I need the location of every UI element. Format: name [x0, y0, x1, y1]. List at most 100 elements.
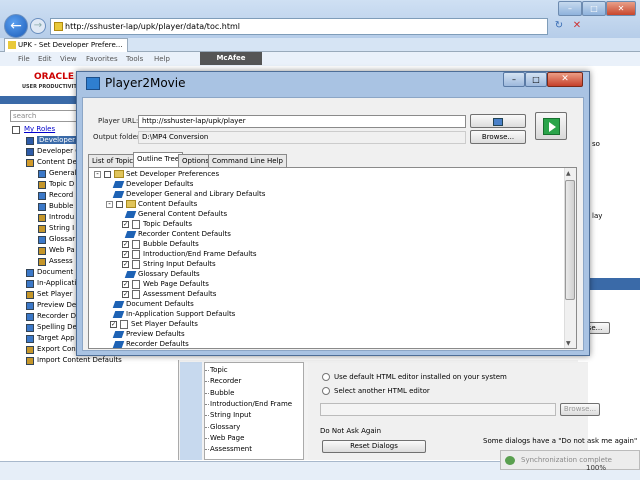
left-tree-item[interactable]: Developer G: [37, 147, 81, 155]
left-tree-item[interactable]: Import Content Defaults: [37, 356, 122, 364]
browse-button[interactable]: Browse...: [470, 130, 526, 144]
left-tree-item[interactable]: Export Con: [37, 345, 76, 353]
my-roles-checkbox[interactable]: [12, 126, 20, 134]
tree-checkbox[interactable]: ✓: [122, 221, 129, 228]
run-button[interactable]: [535, 112, 567, 140]
output-folder-input[interactable]: D:\MP4 Conversion: [138, 131, 466, 144]
tree-node-icon: [26, 302, 34, 310]
url-lookup-button[interactable]: [470, 114, 526, 128]
outline-tree-node[interactable]: Developer Defaults: [126, 180, 193, 189]
dialog-minimize-button[interactable]: –: [503, 72, 525, 87]
tree-checkbox[interactable]: ✓: [122, 291, 129, 298]
options-sublist-item[interactable]: Bubble: [210, 389, 234, 397]
back-button[interactable]: ←: [4, 14, 28, 38]
outline-tree-node[interactable]: Set Player Defaults: [131, 320, 198, 329]
browser-maximize-button[interactable]: □: [582, 1, 606, 16]
scroll-down-icon[interactable]: ▼: [566, 340, 571, 347]
editor-browse-button[interactable]: Browse...: [560, 403, 600, 416]
dialog-maximize-button[interactable]: □: [525, 72, 547, 87]
radio-other-editor[interactable]: [322, 387, 330, 395]
browser-close-button[interactable]: ✕: [606, 1, 636, 16]
dialog-close-button[interactable]: ✕: [547, 72, 583, 87]
left-tree-item[interactable]: Topic D: [49, 180, 74, 188]
outline-tree-node[interactable]: Recorder Defaults: [126, 340, 189, 349]
left-tree-item[interactable]: Introdu: [49, 213, 74, 221]
tree-node-icon: [26, 313, 34, 321]
outline-tree-node[interactable]: Developer General and Library Defaults: [126, 190, 265, 199]
page-icon: [54, 22, 63, 31]
refresh-icon[interactable]: ↻: [552, 18, 566, 34]
left-tree-item[interactable]: General: [49, 169, 77, 177]
menu-file[interactable]: File: [18, 52, 30, 66]
tree-checkbox[interactable]: ✓: [122, 241, 129, 248]
tree-checkbox[interactable]: ✓: [122, 261, 129, 268]
outline-tree-node[interactable]: General Content Defaults: [138, 210, 227, 219]
outline-tree-node[interactable]: Assessment Defaults: [143, 290, 216, 299]
outline-tree-node[interactable]: Bubble Defaults: [143, 240, 199, 249]
expand-toggle-icon[interactable]: -: [94, 171, 101, 178]
outline-tree-node[interactable]: Recorder Content Defaults: [138, 230, 231, 239]
reset-dialogs-button[interactable]: Reset Dialogs: [322, 440, 426, 453]
menu-favorites[interactable]: Favorites: [86, 52, 118, 66]
outline-tree-node[interactable]: Introduction/End Frame Defaults: [143, 250, 257, 259]
options-sublist-item[interactable]: Topic: [210, 366, 228, 374]
options-sublist-item[interactable]: String Input: [210, 411, 251, 419]
options-sublist-item[interactable]: Assessment: [210, 445, 252, 453]
player-url-input[interactable]: http://sshuster-lap/upk/player: [138, 115, 466, 128]
left-tree-item[interactable]: Recorder D: [37, 312, 76, 320]
left-tree-item[interactable]: Spelling De: [37, 323, 77, 331]
menu-tools[interactable]: Tools: [126, 52, 143, 66]
left-tree-item[interactable]: In-Applicatio: [37, 279, 81, 287]
left-tree-item[interactable]: Set Player: [37, 290, 73, 298]
options-sublist-item[interactable]: Glossary: [210, 423, 240, 431]
menu-help[interactable]: Help: [154, 52, 170, 66]
options-sublist-item[interactable]: Introduction/End Frame: [210, 400, 292, 408]
tree-checkbox[interactable]: ✓: [122, 251, 129, 258]
outline-tree-node[interactable]: Document Defaults: [126, 300, 194, 309]
outline-tree-node[interactable]: Preview Defaults: [126, 330, 185, 339]
tab-command-line-help[interactable]: Command Line Help: [208, 154, 287, 167]
forward-button[interactable]: →: [30, 18, 46, 34]
tree-scrollbar-thumb[interactable]: [565, 180, 575, 300]
left-tree-item[interactable]: Content De: [37, 158, 77, 166]
stop-icon[interactable]: ✕: [570, 18, 584, 34]
left-tree-item[interactable]: String I: [49, 224, 74, 232]
left-tree-item[interactable]: Web Pa: [49, 246, 75, 254]
tree-checkbox[interactable]: [116, 201, 123, 208]
left-tree-item[interactable]: Glossar: [49, 235, 75, 243]
outline-tree-node[interactable]: Glossary Defaults: [138, 270, 200, 279]
tree-guide: [205, 415, 209, 417]
editor-path-input[interactable]: [320, 403, 556, 416]
outline-tree-node[interactable]: Content Defaults: [138, 200, 197, 209]
left-tree-item[interactable]: Bubble: [49, 202, 73, 210]
my-roles-link[interactable]: My Roles: [24, 125, 55, 133]
left-tree-item[interactable]: Developer: [37, 136, 78, 144]
left-tree-item[interactable]: Preview De: [37, 301, 76, 309]
search-input[interactable]: search: [10, 110, 80, 122]
left-tree-item[interactable]: Document: [37, 268, 73, 276]
options-sublist-item[interactable]: Recorder: [210, 377, 241, 385]
left-tree-item[interactable]: Target App: [37, 334, 75, 342]
tree-checkbox[interactable]: ✓: [122, 281, 129, 288]
options-sublist-item[interactable]: Web Page: [210, 434, 244, 442]
address-bar[interactable]: http://sshuster-lap/upk/player/data/toc.…: [50, 18, 548, 35]
zoom-level[interactable]: 100%: [586, 464, 606, 472]
menu-edit[interactable]: Edit: [38, 52, 52, 66]
outline-tree-node[interactable]: String Input Defaults: [143, 260, 216, 269]
outline-tree-node[interactable]: Web Page Defaults: [143, 280, 209, 289]
tab-outline-tree[interactable]: Outline Tree: [133, 152, 184, 167]
left-tree-item[interactable]: Assess: [49, 257, 73, 265]
outline-tree-node[interactable]: Set Developer Preferences: [126, 170, 219, 179]
outline-tree-node[interactable]: Topic Defaults: [143, 220, 192, 229]
outline-tree-node[interactable]: In-Application Support Defaults: [126, 310, 235, 319]
tree-checkbox[interactable]: [104, 171, 111, 178]
menu-view[interactable]: View: [60, 52, 77, 66]
radio-default-editor[interactable]: [322, 373, 330, 381]
browser-minimize-button[interactable]: –: [558, 1, 582, 16]
expand-toggle-icon[interactable]: -: [106, 201, 113, 208]
scroll-up-icon[interactable]: ▲: [566, 170, 571, 177]
mcafee-button[interactable]: McAfee: [200, 52, 262, 65]
tab-upk[interactable]: UPK - Set Developer Prefere...: [4, 38, 128, 52]
left-tree-item[interactable]: Record: [49, 191, 73, 199]
tree-checkbox[interactable]: ✓: [110, 321, 117, 328]
